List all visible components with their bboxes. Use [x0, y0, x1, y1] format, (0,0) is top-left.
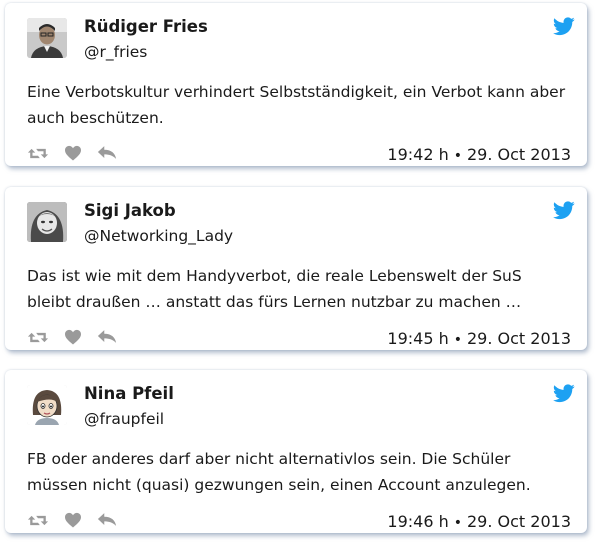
author-name[interactable]: Rüdiger Fries [84, 17, 208, 36]
meta-separator: • [453, 148, 462, 164]
reply-arrow-icon[interactable] [97, 145, 117, 160]
tweet-actions [27, 512, 147, 532]
meta-separator: • [453, 332, 462, 348]
tweet-card[interactable]: Rüdiger Fries @r_fries Eine Verbotskultu… [5, 3, 587, 166]
like-heart-icon[interactable] [64, 145, 82, 161]
like-heart-icon[interactable] [64, 329, 82, 345]
retweet-icon[interactable] [27, 329, 49, 346]
meta-separator: • [453, 515, 462, 531]
avatar[interactable] [27, 202, 67, 242]
author-name[interactable]: Sigi Jakob [84, 201, 176, 220]
tweet-text: Eine Verbotskultur verhindert Selbststän… [27, 83, 566, 127]
tweet-date: 29. Oct 2013 [467, 145, 571, 164]
avatar[interactable] [27, 18, 67, 58]
tweet-date: 29. Oct 2013 [467, 329, 571, 348]
twitter-bird-icon[interactable] [553, 201, 575, 220]
tweet-time: 19:45 h [387, 329, 449, 348]
author-handle[interactable]: @fraupfeil [84, 410, 164, 428]
author-name[interactable]: Nina Pfeil [84, 384, 174, 403]
tweet-timestamp[interactable]: 19:42 h • 29. Oct 2013 [387, 145, 571, 164]
avatar[interactable] [27, 385, 67, 425]
tweet-feed: Rüdiger Fries @r_fries Eine Verbotskultu… [0, 0, 607, 559]
tweet-text: Das ist wie mit dem Handyverbot, die rea… [27, 267, 522, 311]
tweet-time: 19:42 h [387, 145, 449, 164]
twitter-bird-icon[interactable] [553, 384, 575, 403]
tweet-card[interactable]: Nina Pfeil @fraupfeil FB oder anderes da… [5, 370, 587, 533]
author-handle[interactable]: @Networking_Lady [84, 227, 233, 245]
tweet-actions [27, 145, 147, 165]
tweet-time: 19:46 h [387, 512, 449, 531]
tweet-actions [27, 329, 147, 349]
retweet-icon[interactable] [27, 512, 49, 529]
author-handle[interactable]: @r_fries [84, 43, 147, 61]
tweet-text: FB oder anderes darf aber nicht alternat… [27, 450, 531, 494]
tweet-card[interactable]: Sigi Jakob @Networking_Lady Das ist wie … [5, 187, 587, 350]
tweet-timestamp[interactable]: 19:45 h • 29. Oct 2013 [387, 329, 571, 348]
reply-arrow-icon[interactable] [97, 512, 117, 527]
tweet-timestamp[interactable]: 19:46 h • 29. Oct 2013 [387, 512, 571, 531]
twitter-bird-icon[interactable] [553, 17, 575, 36]
reply-arrow-icon[interactable] [97, 329, 117, 344]
retweet-icon[interactable] [27, 145, 49, 162]
like-heart-icon[interactable] [64, 512, 82, 528]
tweet-date: 29. Oct 2013 [467, 512, 571, 531]
